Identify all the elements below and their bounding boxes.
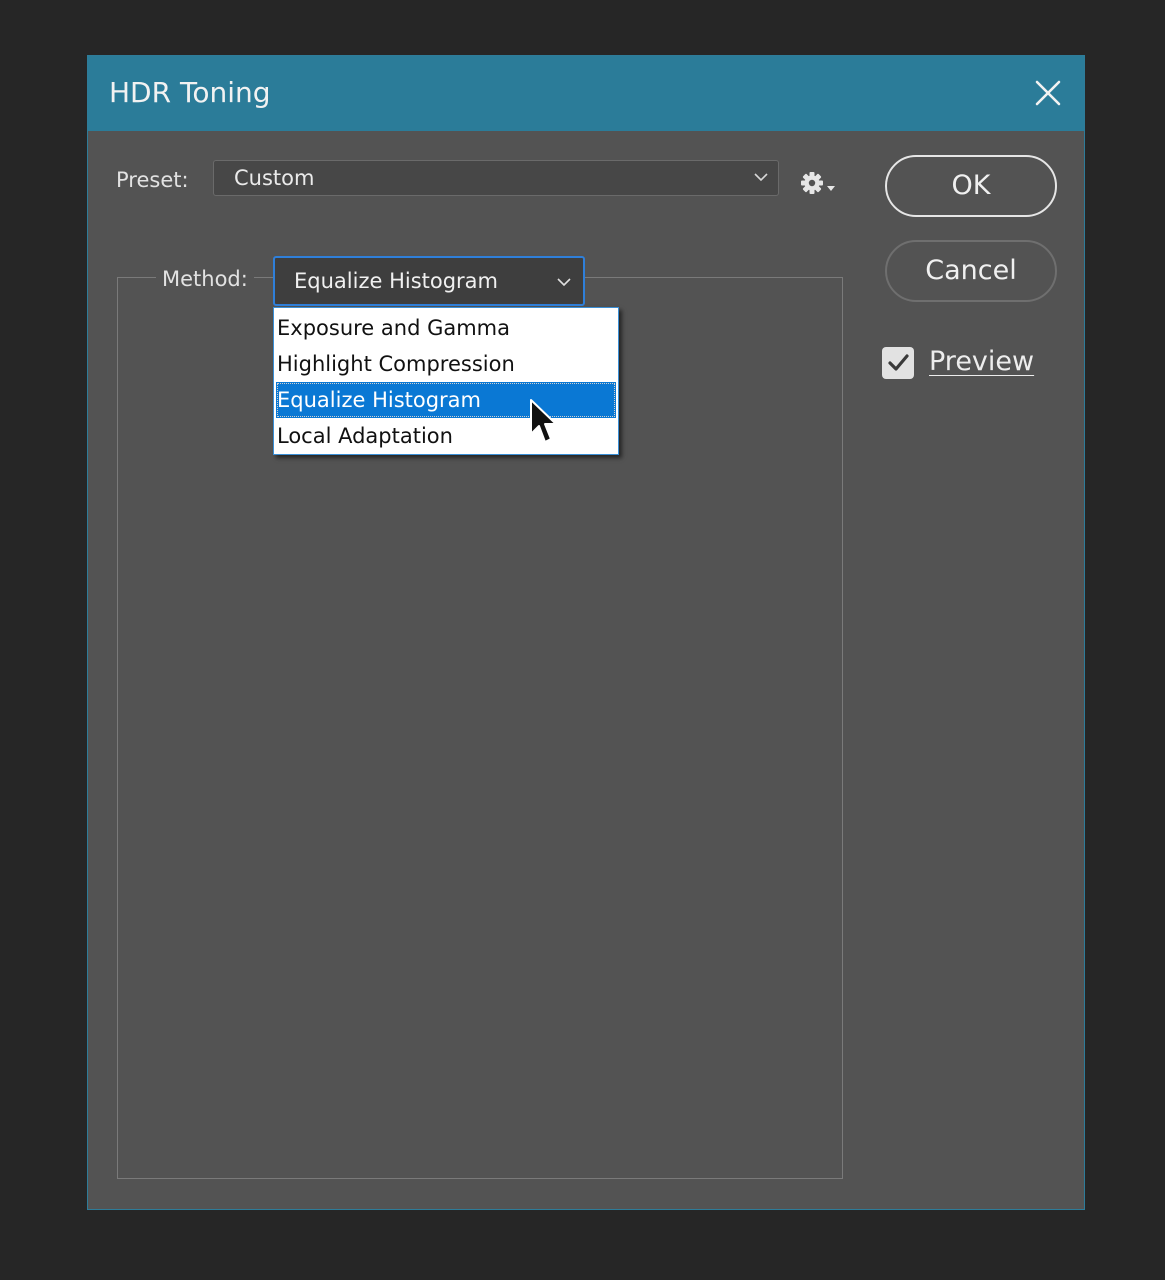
- method-option-equalize-histogram[interactable]: Equalize Histogram: [276, 382, 616, 418]
- preview-checkbox[interactable]: [882, 347, 914, 379]
- preset-label: Preset:: [116, 168, 189, 192]
- dialog-title: HDR Toning: [109, 76, 271, 109]
- cancel-button[interactable]: Cancel: [885, 240, 1057, 302]
- preset-dropdown[interactable]: Custom: [213, 160, 779, 196]
- hdr-toning-dialog: HDR Toning Preset: Custom OK Cancel Prev…: [87, 55, 1085, 1210]
- preview-label[interactable]: Preview: [929, 346, 1034, 377]
- method-option-exposure-and-gamma[interactable]: Exposure and Gamma: [274, 310, 618, 346]
- close-button[interactable]: [1028, 73, 1068, 113]
- close-icon: [1035, 80, 1061, 106]
- ok-button[interactable]: OK: [885, 155, 1057, 217]
- chevron-down-icon: [557, 278, 571, 287]
- method-option-local-adaptation[interactable]: Local Adaptation: [274, 418, 618, 454]
- gear-icon: [801, 172, 835, 194]
- checkmark-icon: [888, 354, 909, 371]
- title-bar: HDR Toning: [88, 56, 1084, 131]
- method-dropdown-list: Exposure and Gamma Highlight Compression…: [273, 307, 619, 455]
- method-value: Equalize Histogram: [294, 269, 499, 293]
- method-option-highlight-compression[interactable]: Highlight Compression: [274, 346, 618, 382]
- method-dropdown[interactable]: Equalize Histogram: [273, 256, 585, 306]
- method-label: Method:: [156, 267, 254, 291]
- chevron-down-icon: [754, 173, 768, 182]
- preset-value: Custom: [234, 166, 315, 190]
- preset-options-button[interactable]: [799, 168, 839, 198]
